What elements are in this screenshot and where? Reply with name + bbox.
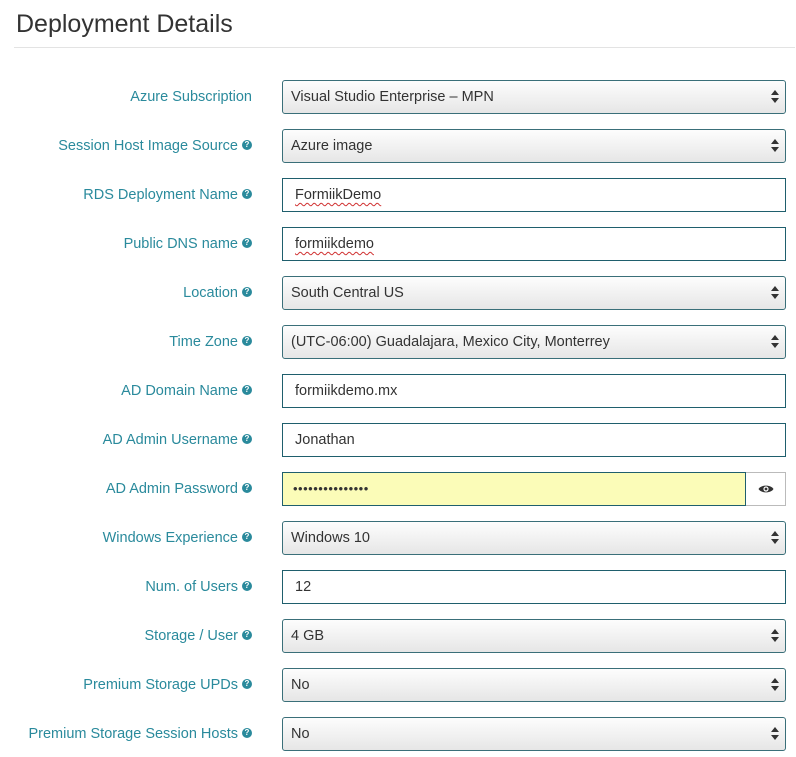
rds-deployment-name-label: RDS Deployment Name? — [83, 178, 252, 212]
premium-storage-session-hosts-select[interactable]: No — [282, 717, 786, 751]
public-dns-name-value: formiikdemo — [295, 236, 374, 252]
up-down-arrows-icon — [771, 90, 779, 104]
public-dns-name-label: Public DNS name? — [124, 227, 252, 261]
question-circle-icon[interactable]: ? — [242, 238, 252, 249]
rds-deployment-name-input[interactable]: FormiikDemo — [282, 178, 786, 212]
show-password-button[interactable] — [746, 472, 786, 506]
question-circle-icon[interactable]: ? — [242, 336, 252, 347]
ad-admin-password-input[interactable]: ••••••••••••••• — [282, 472, 746, 506]
storage-per-user-select[interactable]: 4 GB — [282, 619, 786, 653]
up-down-arrows-icon — [771, 286, 779, 300]
form-row-num-of-users: Num. of Users? 12 — [0, 570, 796, 604]
num-of-users-value: 12 — [295, 579, 312, 595]
question-circle-icon[interactable]: ? — [242, 728, 252, 739]
azure-subscription-select[interactable]: Visual Studio Enterprise – MPN — [282, 80, 786, 114]
time-zone-select[interactable]: (UTC-06:00) Guadalajara, Mexico City, Mo… — [282, 325, 786, 359]
time-zone-value: (UTC-06:00) Guadalajara, Mexico City, Mo… — [291, 334, 610, 350]
storage-per-user-label: Storage / User? — [145, 619, 252, 653]
session-host-image-source-select[interactable]: Azure image — [282, 129, 786, 163]
up-down-arrows-icon — [771, 727, 779, 741]
form-row-public-dns-name: Public DNS name? formiikdemo — [0, 227, 796, 261]
question-circle-icon[interactable]: ? — [242, 385, 252, 396]
premium-storage-upds-label: Premium Storage UPDs? — [83, 668, 252, 702]
num-of-users-label: Num. of Users? — [145, 570, 252, 604]
form-row-time-zone: Time Zone? (UTC-06:00) Guadalajara, Mexi… — [0, 325, 796, 359]
up-down-arrows-icon — [771, 531, 779, 545]
ad-domain-name-label: AD Domain Name? — [121, 374, 252, 408]
question-circle-icon[interactable]: ? — [242, 434, 252, 445]
up-down-arrows-icon — [771, 629, 779, 643]
windows-experience-label: Windows Experience? — [103, 521, 252, 555]
ad-domain-name-input[interactable]: formiikdemo.mx — [282, 374, 786, 408]
public-dns-name-input[interactable]: formiikdemo — [282, 227, 786, 261]
question-circle-icon[interactable]: ? — [242, 532, 252, 543]
premium-storage-session-hosts-label: Premium Storage Session Hosts? — [28, 717, 252, 751]
form-row-ad-admin-password: AD Admin Password? ••••••••••••••• — [0, 472, 796, 506]
session-host-image-source-label: Session Host Image Source? — [58, 129, 252, 163]
storage-per-user-value: 4 GB — [291, 628, 325, 644]
azure-subscription-value: Visual Studio Enterprise – MPN — [291, 89, 494, 105]
location-value: South Central US — [291, 285, 404, 301]
question-circle-icon[interactable]: ? — [242, 483, 252, 494]
windows-experience-select[interactable]: Windows 10 — [282, 521, 786, 555]
location-select[interactable]: South Central US — [282, 276, 786, 310]
form-row-windows-experience: Windows Experience? Windows 10 — [0, 521, 796, 555]
form-row-location: Location? South Central US — [0, 276, 796, 310]
time-zone-label: Time Zone? — [169, 325, 252, 359]
ad-domain-name-value: formiikdemo.mx — [295, 383, 398, 399]
form-row-azure-subscription: Azure Subscription Visual Studio Enterpr… — [0, 80, 796, 114]
session-host-image-source-value: Azure image — [291, 138, 373, 154]
question-circle-icon[interactable]: ? — [242, 581, 252, 592]
up-down-arrows-icon — [771, 335, 779, 349]
up-down-arrows-icon — [771, 139, 779, 153]
ad-admin-username-input[interactable]: Jonathan — [282, 423, 786, 457]
ad-admin-username-value: Jonathan — [295, 432, 355, 448]
question-circle-icon[interactable]: ? — [242, 630, 252, 641]
windows-experience-value: Windows 10 — [291, 530, 370, 546]
up-down-arrows-icon — [771, 678, 779, 692]
ad-admin-password-value: ••••••••••••••• — [293, 481, 369, 496]
ad-admin-username-label: AD Admin Username? — [103, 423, 252, 457]
rds-deployment-name-value: FormiikDemo — [295, 187, 382, 203]
form-row-ad-admin-username: AD Admin Username? Jonathan — [0, 423, 796, 457]
eye-icon — [758, 485, 773, 493]
form-row-premium-storage-session-hosts: Premium Storage Session Hosts? No — [0, 717, 796, 751]
form-row-ad-domain-name: AD Domain Name? formiikdemo.mx — [0, 374, 796, 408]
question-circle-icon[interactable]: ? — [242, 287, 252, 298]
premium-storage-session-hosts-value: No — [291, 726, 310, 742]
form-row-session-host-image-source: Session Host Image Source? Azure image — [0, 129, 796, 163]
page-title: Deployment Details — [16, 10, 233, 38]
premium-storage-upds-select[interactable]: No — [282, 668, 786, 702]
form-row-storage-per-user: Storage / User? 4 GB — [0, 619, 796, 653]
location-label: Location? — [183, 276, 252, 310]
azure-subscription-label: Azure Subscription — [130, 89, 252, 105]
question-circle-icon[interactable]: ? — [242, 679, 252, 690]
question-circle-icon[interactable]: ? — [242, 189, 252, 200]
premium-storage-upds-value: No — [291, 677, 310, 693]
form-row-premium-storage-upds: Premium Storage UPDs? No — [0, 668, 796, 702]
num-of-users-input[interactable]: 12 — [282, 570, 786, 604]
ad-admin-password-label: AD Admin Password? — [106, 472, 252, 506]
question-circle-icon[interactable]: ? — [242, 140, 252, 151]
form-row-rds-deployment-name: RDS Deployment Name? FormiikDemo — [0, 178, 796, 212]
title-divider — [14, 47, 795, 48]
